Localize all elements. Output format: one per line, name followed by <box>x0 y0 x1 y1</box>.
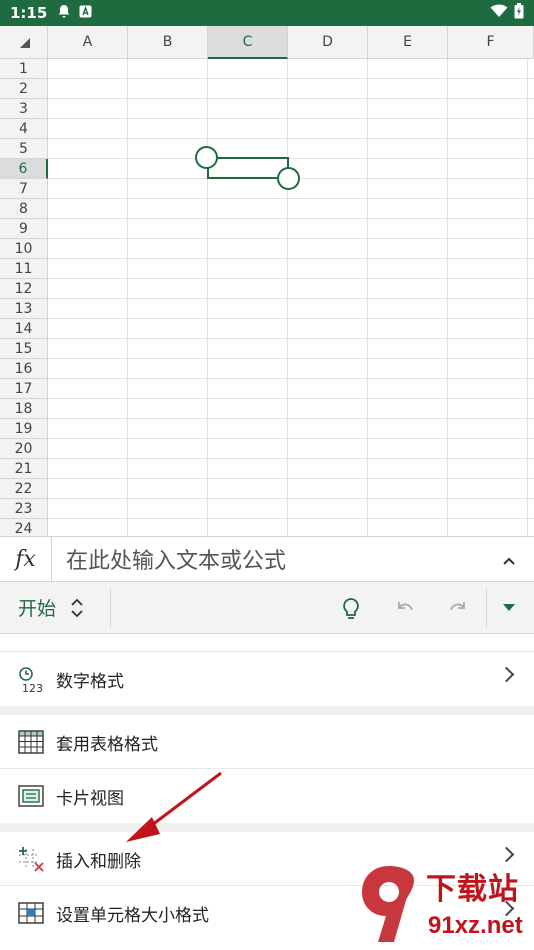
watermark-logo-icon <box>362 866 414 942</box>
site-watermark: 下载站 91xz.net <box>356 862 534 950</box>
annotation-arrow <box>126 771 222 842</box>
watermark-url: 91xz.net <box>428 912 523 939</box>
watermark-title: 下载站 <box>426 873 519 906</box>
